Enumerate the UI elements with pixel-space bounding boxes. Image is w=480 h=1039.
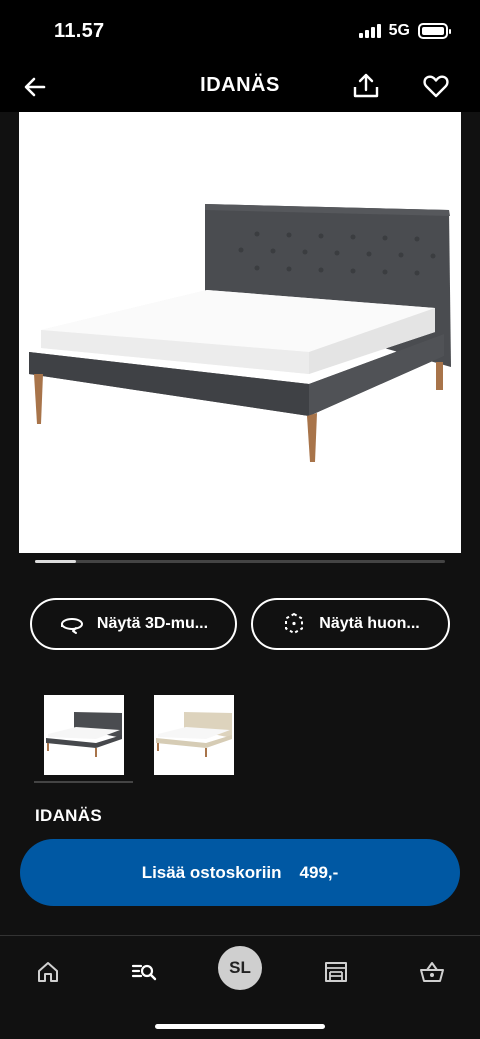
status-bar: 11.57 5G <box>0 0 480 62</box>
tab-profile[interactable]: SL <box>218 946 262 990</box>
status-time: 11.57 <box>54 20 105 42</box>
view-in-room-button[interactable]: Näytä huon... <box>251 598 450 650</box>
view-3d-label: Näytä 3D-mu... <box>96 615 209 632</box>
status-indicators: 5G <box>358 22 451 40</box>
nav-bar: IDANÄS <box>0 62 480 112</box>
network-type: 5G <box>388 22 410 39</box>
battery-icon <box>418 23 451 39</box>
bed-thumbnail-grey <box>46 712 122 757</box>
add-to-cart-label: Lisää ostoskoriin <box>141 862 282 882</box>
home-icon <box>38 962 58 982</box>
tab-cart[interactable] <box>410 950 454 994</box>
gallery-progress <box>35 560 445 563</box>
tab-store[interactable] <box>314 950 358 994</box>
search-list-icon <box>131 964 157 981</box>
ar-view-icon <box>285 612 304 635</box>
view-3d-button[interactable]: Näytä 3D-mu... <box>30 598 237 650</box>
favorite-button[interactable] <box>422 72 450 100</box>
tab-search[interactable] <box>122 950 166 994</box>
view-in-room-label: Näytä huon... <box>319 615 420 632</box>
product-name: IDANÄS <box>35 806 102 825</box>
tab-bar: SL <box>0 935 480 1039</box>
home-indicator[interactable] <box>155 1024 325 1029</box>
rotate-3d-icon <box>60 618 83 634</box>
bed-thumbnail-beige <box>156 712 232 757</box>
bed-image <box>29 204 451 462</box>
selected-thumbnail-indicator <box>34 781 133 783</box>
page-title: IDANÄS <box>200 74 280 96</box>
price: 499,- <box>299 862 339 882</box>
thumbnail-dark-grey[interactable] <box>44 695 124 775</box>
share-icon <box>353 73 379 98</box>
basket-icon <box>420 962 444 982</box>
signal-icon <box>358 24 381 38</box>
gallery-progress-fill <box>35 560 76 563</box>
share-button[interactable] <box>350 70 382 102</box>
thumbnail-beige[interactable] <box>154 695 234 775</box>
add-to-cart-button[interactable]: Lisää ostoskoriin 499,- <box>20 839 460 906</box>
store-icon <box>325 962 347 982</box>
product-image[interactable] <box>19 112 461 553</box>
heart-icon <box>423 75 449 98</box>
tab-home[interactable] <box>26 950 70 994</box>
profile-initials: SL <box>229 958 251 977</box>
